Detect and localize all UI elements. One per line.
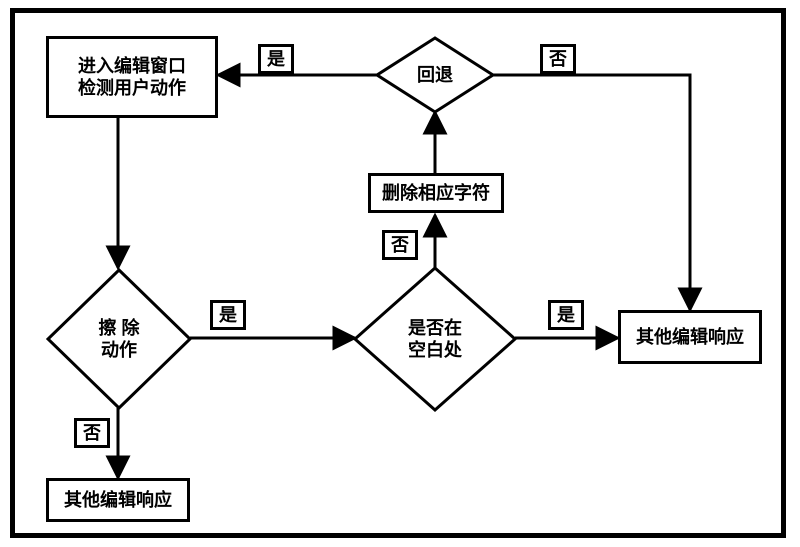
edge-label-erase-no: 否 xyxy=(74,418,110,448)
node-other-response-bottom: 其他编辑响应 xyxy=(46,478,190,522)
node-return-decision: 回退 xyxy=(375,36,495,114)
node-return-decision-text: 回退 xyxy=(375,36,495,114)
edge-label-blank-no: 否 xyxy=(382,230,418,260)
node-blank-decision: 是否在 空白处 xyxy=(353,266,517,412)
edge-label-erase-yes: 是 xyxy=(210,300,246,330)
edge-label-return-no: 否 xyxy=(540,44,576,74)
node-delete-char: 删除相应字符 xyxy=(368,173,504,213)
diagram-canvas: 进入编辑窗口 检测用户动作 擦 除 动作 是否在 空白处 删除相应字符 回退 其… xyxy=(0,0,800,547)
node-other-response-right: 其他编辑响应 xyxy=(618,310,762,364)
edge-label-return-yes: 是 xyxy=(258,44,294,74)
node-erase-decision-text: 擦 除 动作 xyxy=(46,268,192,410)
node-erase-decision: 擦 除 动作 xyxy=(46,268,192,410)
node-start: 进入编辑窗口 检测用户动作 xyxy=(46,36,218,118)
node-blank-decision-text: 是否在 空白处 xyxy=(353,266,517,412)
edge-label-blank-yes: 是 xyxy=(548,300,584,330)
